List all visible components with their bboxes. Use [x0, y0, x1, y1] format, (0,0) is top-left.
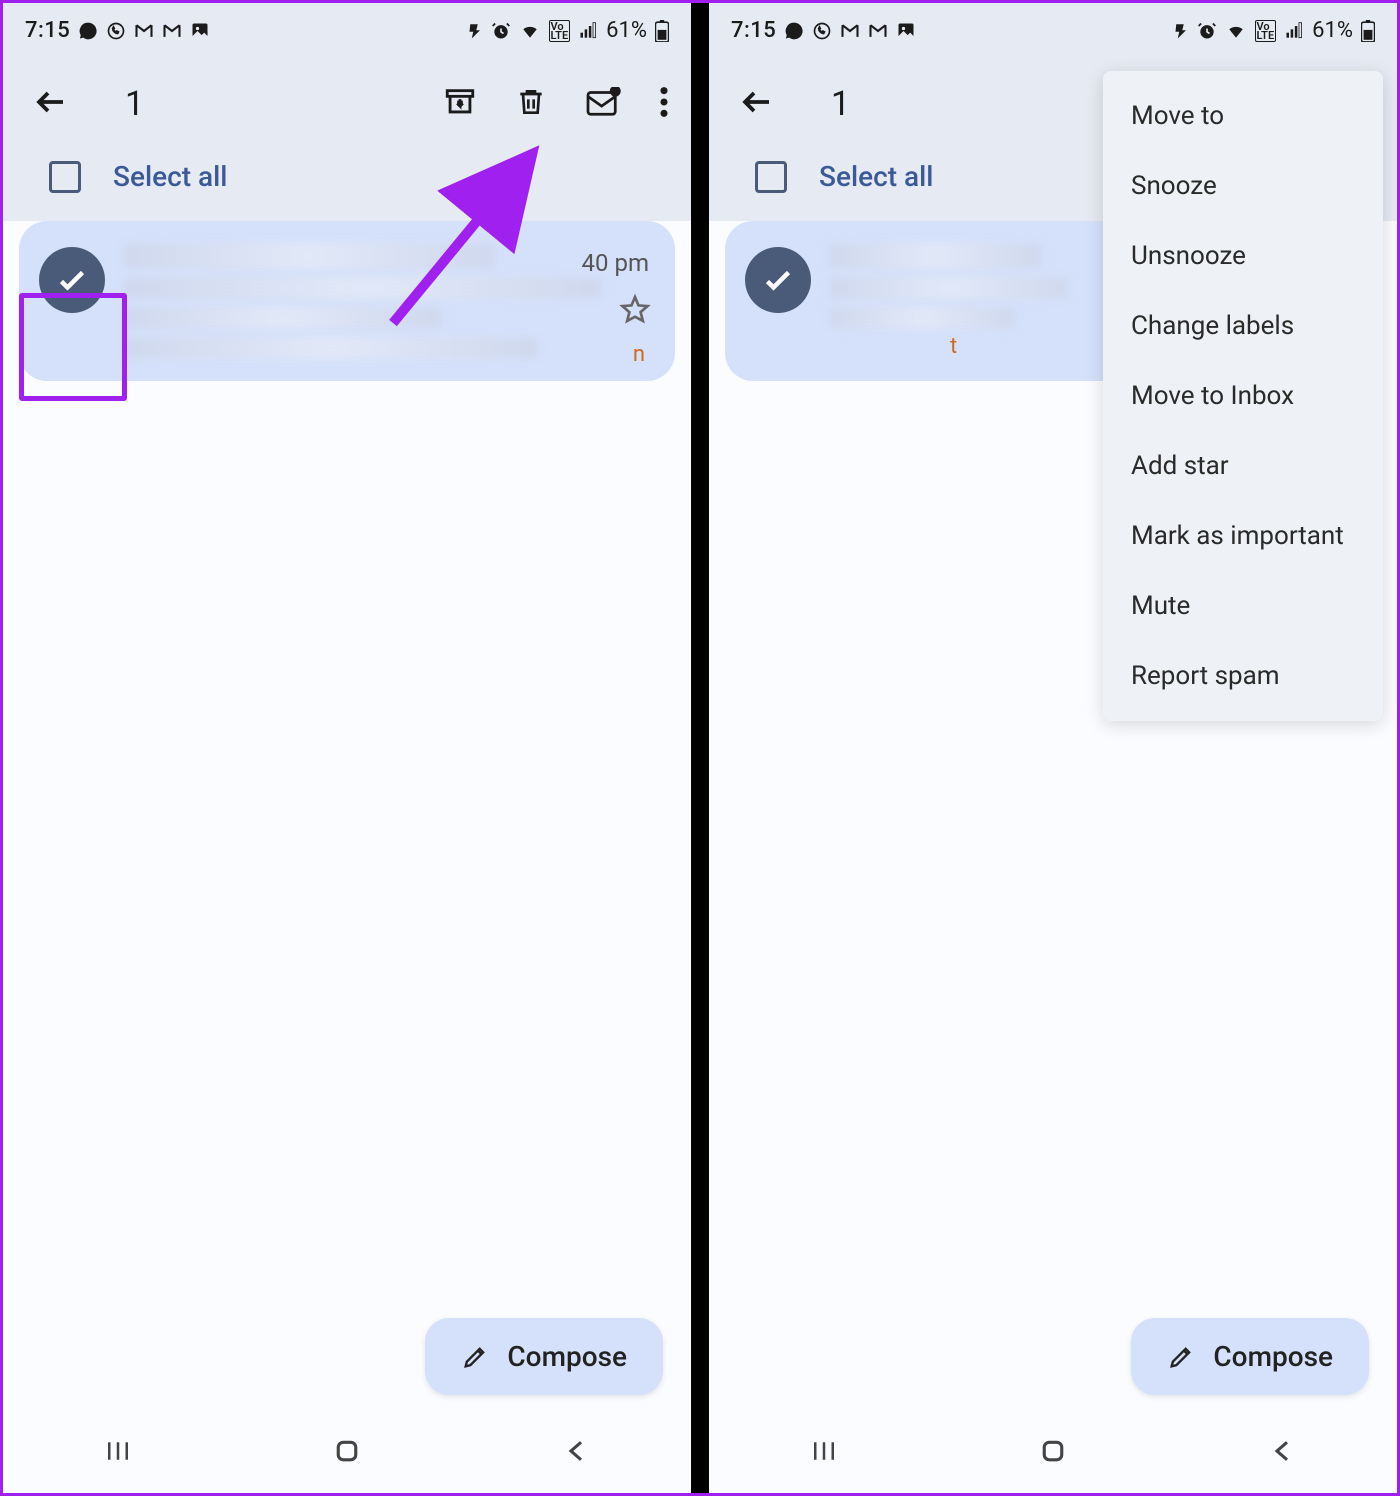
- email-preview: [123, 243, 655, 359]
- battery-icon: [1361, 20, 1375, 42]
- status-right: VoLTE 61%: [1171, 18, 1375, 43]
- menu-change-labels[interactable]: Change labels: [1103, 291, 1383, 361]
- clock: 7:15: [25, 18, 70, 43]
- status-bar: 7:15 VoLTE 61%: [3, 3, 691, 58]
- android-back-button[interactable]: [1267, 1436, 1297, 1470]
- selected-avatar[interactable]: [39, 247, 105, 313]
- whatsapp-icon: [106, 21, 126, 41]
- overflow-menu-button[interactable]: [659, 85, 669, 123]
- app-bar: 1: [3, 58, 691, 150]
- wifi-icon: [1225, 21, 1247, 41]
- delete-button[interactable]: [515, 85, 547, 123]
- compose-button[interactable]: Compose: [425, 1318, 663, 1395]
- battery-icon: [655, 20, 669, 42]
- status-right: VoLTE 61%: [465, 18, 669, 43]
- gmail-m-icon: [162, 21, 182, 41]
- compose-label: Compose: [507, 1340, 627, 1373]
- signal-icon: [1284, 21, 1304, 41]
- select-all-label: Select all: [819, 160, 933, 193]
- screenshot-divider: [691, 3, 709, 1493]
- menu-add-star[interactable]: Add star: [1103, 431, 1383, 501]
- menu-move-to-inbox[interactable]: Move to Inbox: [1103, 361, 1383, 431]
- mark-unread-button[interactable]: [585, 87, 621, 121]
- archive-button[interactable]: [443, 85, 477, 123]
- back-button[interactable]: [739, 84, 775, 124]
- gallery-icon: [190, 21, 210, 41]
- menu-mark-important[interactable]: Mark as important: [1103, 501, 1383, 571]
- volte-icon: VoLTE: [1255, 20, 1277, 42]
- alarm-icon: [491, 21, 511, 41]
- status-left: 7:15: [25, 18, 210, 43]
- battery-saving-icon: [465, 22, 483, 40]
- recents-button[interactable]: [103, 1436, 133, 1470]
- selected-count: 1: [97, 84, 415, 124]
- gmail-m-icon: [868, 21, 888, 41]
- home-button[interactable]: [332, 1436, 362, 1470]
- select-all-row[interactable]: Select all: [3, 150, 691, 221]
- gallery-icon: [896, 21, 916, 41]
- android-back-button[interactable]: [561, 1436, 591, 1470]
- phone-left: 7:15 VoLTE 61% 1: [3, 3, 691, 1493]
- clock: 7:15: [731, 18, 776, 43]
- status-left: 7:15: [731, 18, 916, 43]
- whatsapp-icon: [812, 21, 832, 41]
- alarm-icon: [1197, 21, 1217, 41]
- menu-unsnooze[interactable]: Unsnooze: [1103, 221, 1383, 291]
- email-timestamp: 40 pm: [582, 249, 649, 277]
- battery-percent: 61%: [1312, 18, 1353, 43]
- chat-icon: [78, 21, 98, 41]
- gmail-m-icon: [840, 21, 860, 41]
- email-orange-fragment: t: [950, 334, 957, 359]
- overflow-menu: Move to Snooze Unsnooze Change labels Mo…: [1103, 71, 1383, 721]
- select-all-checkbox[interactable]: [49, 161, 81, 193]
- select-all-label: Select all: [113, 160, 227, 193]
- chat-icon: [784, 21, 804, 41]
- selected-avatar[interactable]: [745, 247, 811, 313]
- menu-mute[interactable]: Mute: [1103, 571, 1383, 641]
- wifi-icon: [519, 21, 541, 41]
- battery-saving-icon: [1171, 22, 1189, 40]
- android-navbar: [3, 1413, 691, 1493]
- menu-snooze[interactable]: Snooze: [1103, 151, 1383, 221]
- back-button[interactable]: [33, 84, 69, 124]
- star-button[interactable]: [619, 293, 651, 329]
- status-bar: 7:15 VoLTE 61%: [709, 3, 1397, 58]
- email-item[interactable]: 40 pm n: [19, 221, 675, 381]
- select-all-checkbox[interactable]: [755, 161, 787, 193]
- signal-icon: [578, 21, 598, 41]
- menu-report-spam[interactable]: Report spam: [1103, 641, 1383, 711]
- volte-icon: VoLTE: [549, 20, 571, 42]
- menu-move-to[interactable]: Move to: [1103, 81, 1383, 151]
- compose-label: Compose: [1213, 1340, 1333, 1373]
- screenshot-pair: 7:15 VoLTE 61% 1: [0, 0, 1400, 1496]
- recents-button[interactable]: [809, 1436, 839, 1470]
- android-navbar: [709, 1413, 1397, 1493]
- home-button[interactable]: [1038, 1436, 1068, 1470]
- compose-button[interactable]: Compose: [1131, 1318, 1369, 1395]
- gmail-m-icon: [134, 21, 154, 41]
- phone-right: 7:15 VoLTE 61% 1: [709, 3, 1397, 1493]
- email-orange-fragment: n: [633, 342, 645, 367]
- battery-percent: 61%: [606, 18, 647, 43]
